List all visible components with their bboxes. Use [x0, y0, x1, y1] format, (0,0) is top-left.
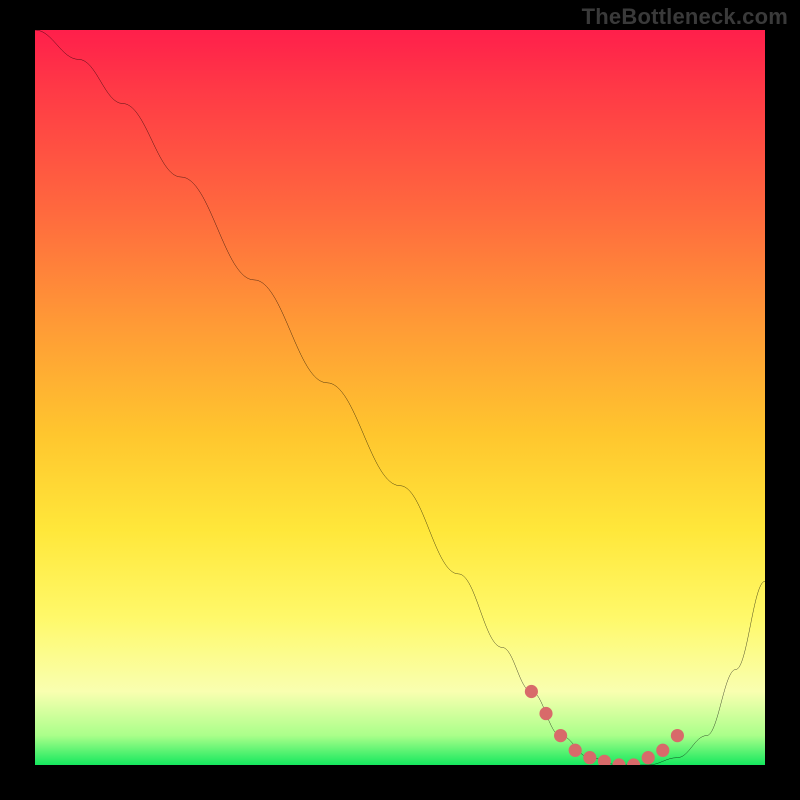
- marker-dot: [642, 751, 655, 764]
- watermark-text: TheBottleneck.com: [582, 4, 788, 30]
- marker-dot: [569, 744, 582, 757]
- marker-dot: [598, 755, 611, 765]
- marker-dot: [627, 758, 640, 765]
- marker-dot: [525, 685, 538, 698]
- marker-dot: [671, 729, 684, 742]
- curve-layer: [35, 30, 765, 765]
- curve-path: [35, 30, 765, 765]
- marker-dot: [612, 758, 625, 765]
- chart-frame: TheBottleneck.com: [0, 0, 800, 800]
- marker-group: [525, 685, 684, 765]
- marker-dot: [583, 751, 596, 764]
- marker-dot: [656, 744, 669, 757]
- marker-dot: [554, 729, 567, 742]
- plot-area: [35, 30, 765, 765]
- marker-dot: [539, 707, 552, 720]
